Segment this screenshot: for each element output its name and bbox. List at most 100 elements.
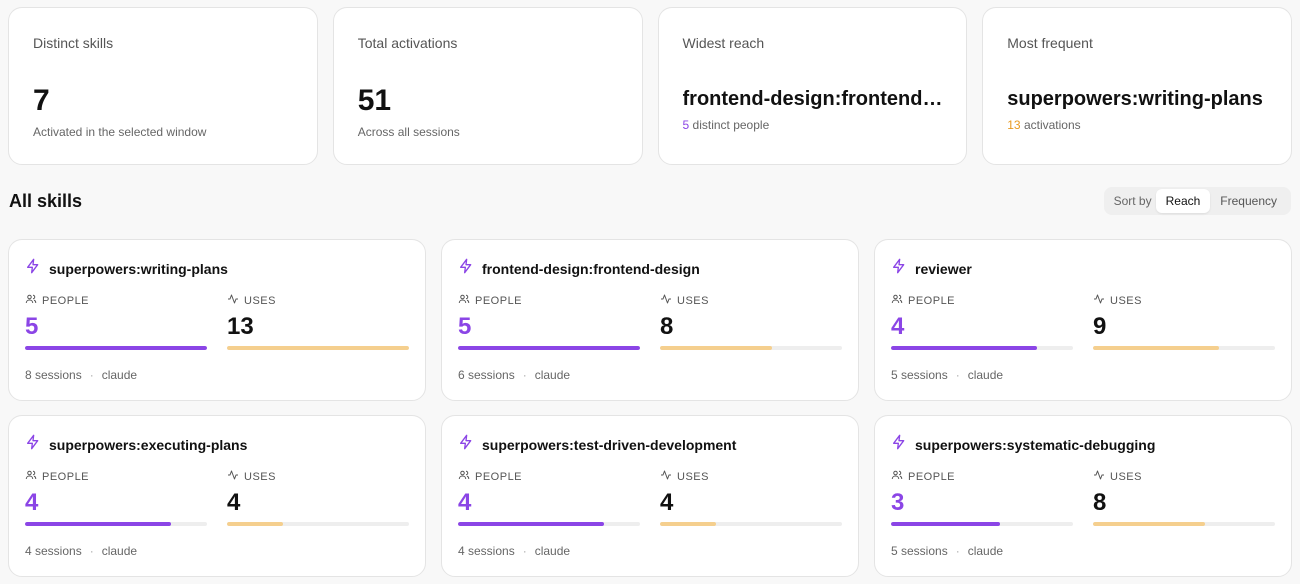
stat-count-label: activations [1023, 118, 1081, 132]
uses-bar-fill [660, 522, 717, 526]
stat-card-distinct-skills: Distinct skills 7 Activated in the selec… [8, 7, 318, 165]
bolt-icon [891, 434, 907, 455]
skills-grid: superpowers:writing-plans PEOPLE 5 USES 13 8 … [8, 239, 1292, 577]
activity-icon [660, 293, 672, 308]
bolt-icon [891, 258, 907, 279]
uses-metric: USES 4 [227, 469, 409, 526]
people-bar-fill [458, 346, 640, 350]
uses-bar [227, 346, 409, 350]
session-count: 6 sessions [458, 368, 515, 382]
people-icon [25, 469, 37, 484]
stat-subtitle: Activated in the selected window [33, 125, 207, 139]
people-bar-fill [891, 346, 1037, 350]
separator-dot: · [955, 368, 960, 382]
skill-card[interactable]: superpowers:executing-plans PEOPLE 4 USES 4 4… [8, 415, 426, 577]
separator-dot: · [955, 544, 960, 558]
stat-skill-name: frontend-design:frontend-design [682, 88, 945, 110]
people-count: 4 [891, 313, 905, 340]
uses-label: USES [244, 470, 276, 483]
uses-count: 8 [1093, 489, 1107, 516]
bolt-icon [25, 258, 41, 279]
stat-subtitle: Across all sessions [357, 125, 460, 139]
stat-card-total-activations: Total activations 51 Across all sessions [332, 7, 643, 165]
uses-bar-fill [1093, 346, 1219, 350]
separator-dot: · [522, 368, 527, 382]
uses-bar [660, 522, 842, 526]
separator-dot: · [522, 544, 527, 558]
activity-icon [1093, 293, 1105, 308]
people-label: PEOPLE [908, 294, 956, 307]
stat-subtitle: 13 activations [1007, 118, 1080, 132]
uses-label: USES [677, 470, 709, 483]
people-metric-header: PEOPLE [25, 293, 207, 308]
people-metric: PEOPLE 4 [891, 293, 1073, 350]
session-count: 5 sessions [891, 544, 948, 558]
activity-icon [227, 469, 239, 484]
stat-label: Most frequent [1007, 35, 1093, 51]
skill-card[interactable]: reviewer PEOPLE 4 USES 9 5 sessions · claude [874, 239, 1292, 401]
uses-count: 4 [660, 489, 674, 516]
stat-count: 5 [682, 118, 690, 132]
uses-bar-fill [227, 346, 409, 350]
agent-name: claude [534, 544, 571, 558]
uses-bar [660, 346, 842, 350]
people-icon [891, 293, 903, 308]
people-icon [891, 469, 903, 484]
people-metric-header: PEOPLE [25, 469, 207, 484]
people-bar [891, 346, 1073, 350]
uses-count: 13 [227, 313, 254, 340]
uses-label: USES [244, 294, 276, 307]
people-label: PEOPLE [475, 470, 523, 483]
section-title: All skills [9, 191, 83, 211]
people-metric-header: PEOPLE [891, 293, 1073, 308]
uses-bar [227, 522, 409, 526]
uses-label: USES [1110, 294, 1142, 307]
people-label: PEOPLE [42, 294, 90, 307]
people-bar-fill [458, 522, 604, 526]
session-count: 8 sessions [25, 368, 82, 382]
sort-option-reach[interactable]: Reach [1155, 189, 1211, 213]
skill-card[interactable]: superpowers:systematic-debugging PEOPLE 3 U… [874, 415, 1292, 577]
people-count: 5 [25, 313, 39, 340]
skill-footer: 6 sessions · claude [458, 368, 570, 382]
stats-row: Distinct skills 7 Activated in the selec… [8, 7, 1292, 165]
people-bar [25, 522, 207, 526]
skill-name: reviewer [915, 260, 972, 277]
sort-option-frequency[interactable]: Frequency [1210, 189, 1287, 213]
skill-name: superpowers:writing-plans [49, 260, 228, 277]
people-metric: PEOPLE 5 [458, 293, 640, 350]
bolt-icon [458, 434, 474, 455]
uses-bar [1093, 346, 1275, 350]
stat-label: Distinct skills [33, 35, 114, 51]
uses-label: USES [1110, 470, 1142, 483]
agent-name: claude [101, 544, 138, 558]
people-bar-fill [891, 522, 1001, 526]
agent-name: claude [101, 368, 138, 382]
uses-bar-fill [227, 522, 284, 526]
skill-card[interactable]: superpowers:writing-plans PEOPLE 5 USES 13 8 … [8, 239, 426, 401]
people-count: 4 [25, 489, 39, 516]
people-icon [458, 469, 470, 484]
uses-metric: USES 8 [660, 293, 842, 350]
people-icon [25, 293, 37, 308]
people-count: 3 [891, 489, 905, 516]
bolt-icon [25, 434, 41, 455]
session-count: 5 sessions [891, 368, 948, 382]
agent-name: claude [967, 544, 1004, 558]
skill-footer: 4 sessions · claude [458, 544, 570, 558]
people-metric: PEOPLE 5 [25, 293, 207, 350]
people-bar [458, 346, 640, 350]
people-count: 4 [458, 489, 472, 516]
people-label: PEOPLE [475, 294, 523, 307]
session-count: 4 sessions [25, 544, 82, 558]
people-label: PEOPLE [42, 470, 90, 483]
people-metric: PEOPLE 4 [458, 469, 640, 526]
skill-name: superpowers:executing-plans [49, 436, 248, 453]
uses-metric-header: USES [227, 469, 409, 484]
people-label: PEOPLE [908, 470, 956, 483]
uses-metric-header: USES [660, 469, 842, 484]
stat-subtitle: 5 distinct people [683, 118, 770, 132]
skill-card[interactable]: frontend-design:frontend-design PEOPLE 5 US… [441, 239, 859, 401]
skill-card[interactable]: superpowers:test-driven-development PEOPL… [441, 415, 859, 577]
stat-count: 13 [1007, 118, 1021, 132]
